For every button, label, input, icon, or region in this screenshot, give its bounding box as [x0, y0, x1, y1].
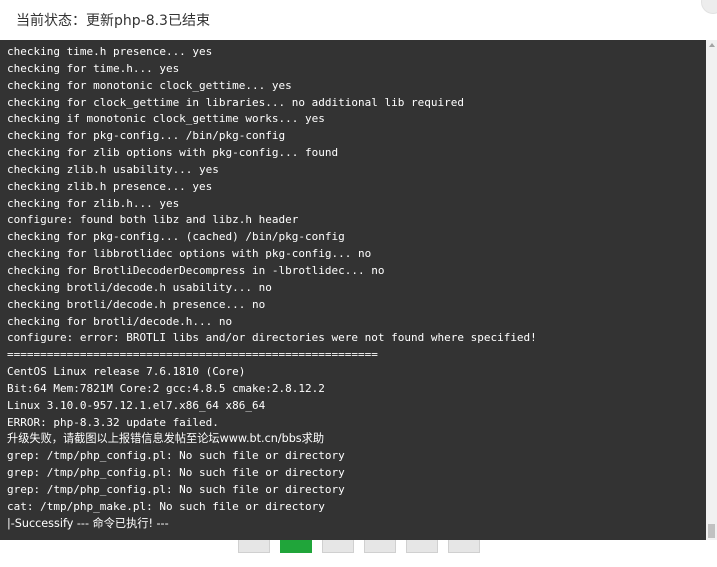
console-line: checking for clock_gettime in libraries.…	[7, 95, 464, 109]
console-line: checking if monotonic clock_gettime work…	[7, 112, 325, 126]
console-line: ERROR: php-8.3.32 update failed.	[7, 415, 219, 429]
console-line: checking for zlib options with pkg-confi…	[7, 146, 339, 160]
pager-button	[238, 540, 270, 553]
console-line: checking for brotli/decode.h... no	[7, 314, 233, 328]
console-line: Bit:64 Mem:7821M Core:2 gcc:4.8.5 cmake:…	[7, 381, 325, 395]
console-line: checking zlib.h usability... yes	[7, 162, 219, 176]
console-line: checking for time.h... yes	[7, 61, 180, 75]
console-line: grep: /tmp/php_config.pl: No such file o…	[7, 466, 345, 480]
dialog-titlebar: 当前状态：更新php-8.3已结束	[0, 0, 717, 40]
console-line: CentOS Linux release 7.6.1810 (Core)	[7, 365, 246, 379]
console-line: grep: /tmp/php_config.pl: No such file o…	[7, 482, 345, 496]
console-line: grep: /tmp/php_config.pl: No such file o…	[7, 449, 345, 463]
console-line: cat: /tmp/php_make.pl: No such file or d…	[7, 499, 325, 513]
console-output: checking time.h presence... yes checking …	[0, 40, 706, 540]
console-line: checking for monotonic clock_gettime... …	[7, 78, 292, 92]
console-line: checking for zlib.h... yes	[7, 196, 180, 210]
update-status-dialog: 当前状态：更新php-8.3已结束 checking time.h presen…	[0, 0, 717, 567]
pager-button	[448, 540, 480, 553]
scroll-up-arrow-icon[interactable]	[709, 43, 715, 47]
pager-button	[364, 540, 396, 553]
pager-button	[322, 540, 354, 553]
background-pager	[238, 540, 480, 554]
console-line: checking for pkg-config... /bin/pkg-conf…	[7, 129, 286, 143]
pager-button-active	[280, 540, 312, 553]
console-scrollbar[interactable]	[706, 40, 717, 540]
console-line: 升级失败，请截图以上报错信息发帖至论坛www.bt.cn/bbs求助	[7, 432, 325, 446]
console-line: checking for BrotliDecoderDecompress in …	[7, 263, 385, 277]
console-line: configure: error: BROTLI libs and/or dir…	[7, 331, 537, 345]
dialog-title: 当前状态：更新php-8.3已结束	[16, 13, 210, 29]
console-line: checking zlib.h presence... yes	[7, 179, 213, 193]
console-line: checking for libbrotlidec options with p…	[7, 247, 372, 261]
console-line: checking brotli/decode.h presence... no	[7, 297, 266, 311]
console-line: Linux 3.10.0-957.12.1.el7.x86_64 x86_64	[7, 398, 266, 412]
console-line: checking time.h presence... yes	[7, 45, 213, 58]
scroll-thumb[interactable]	[708, 524, 715, 538]
console-line: configure: found both libz and libz.h he…	[7, 213, 299, 227]
console-line: checking for pkg-config... (cached) /bin…	[7, 230, 345, 244]
console-line: |-Successify --- 命令已执行! ---	[7, 516, 169, 530]
console-line: ========================================…	[7, 348, 378, 362]
pager-button	[406, 540, 438, 553]
console-line: checking brotli/decode.h usability... no	[7, 280, 272, 294]
